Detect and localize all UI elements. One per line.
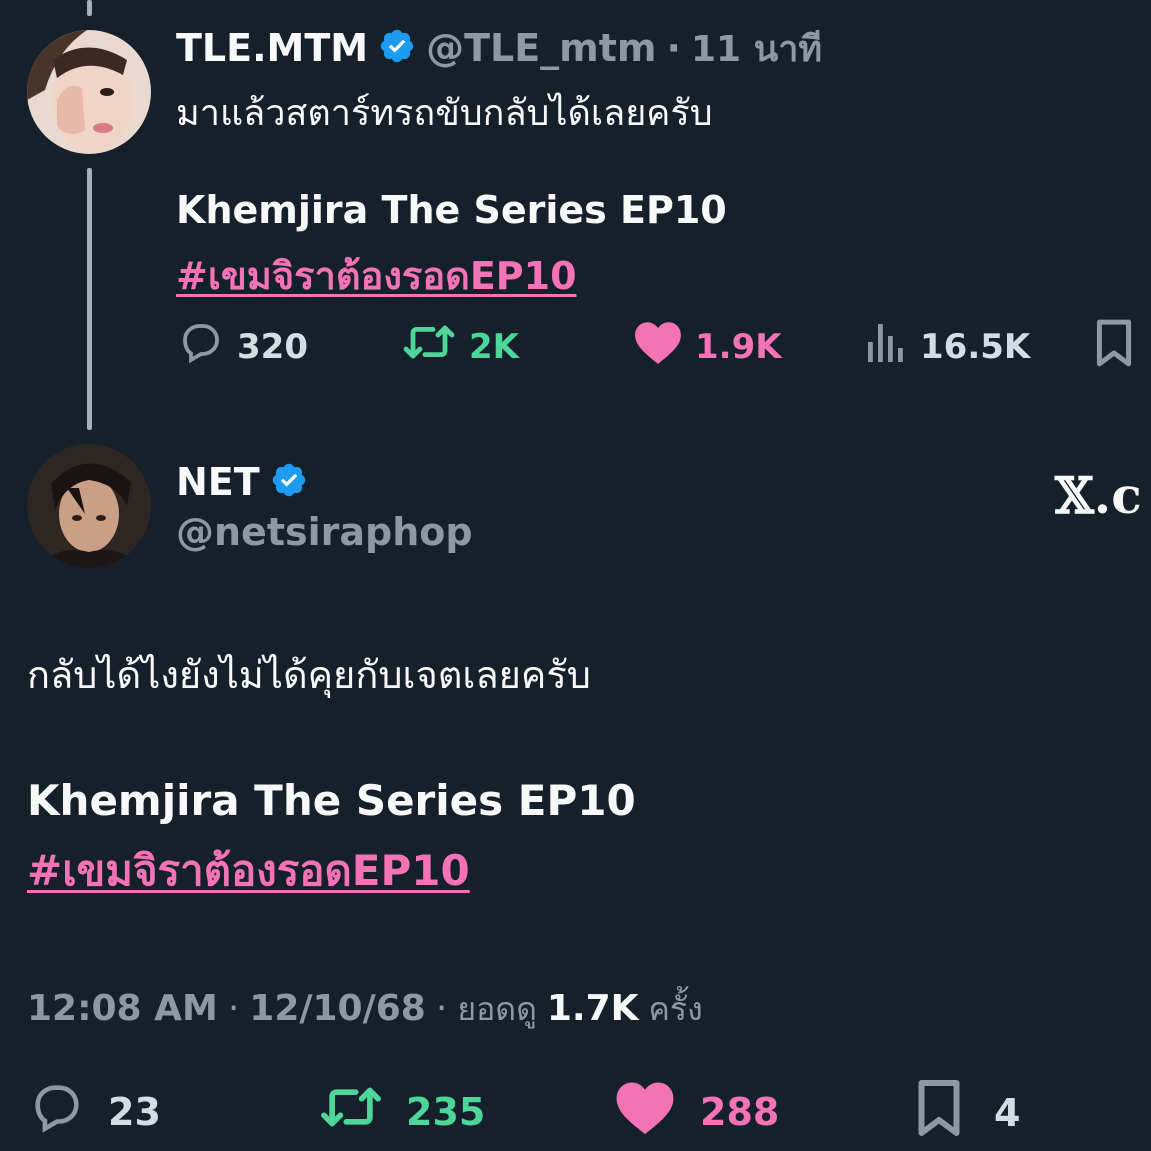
reply-icon (28, 1078, 86, 1145)
display-name[interactable]: TLE.MTM (176, 26, 368, 70)
display-name[interactable]: NET (176, 460, 260, 504)
verified-badge-icon (270, 461, 308, 503)
retweet-count: 235 (406, 1089, 486, 1134)
tweet-header: TLE.MTM @TLE_mtm · 11 นาที (176, 24, 822, 72)
like-button[interactable]: 288 (614, 1078, 779, 1145)
x-watermark: 𝕏.c (1055, 466, 1142, 525)
hashtag-link[interactable]: #เขมจิราต้องรอดEP10 (27, 838, 470, 904)
meta-dot: · (435, 988, 448, 1029)
avatar-tle[interactable] (27, 30, 151, 154)
tweet-meta: 12:08 AM · 12/10/68 · ยอดดู 1.7K ครั้ง (27, 984, 703, 1035)
bookmark-icon (914, 1078, 964, 1147)
bookmark-button[interactable]: 4 (914, 1078, 1020, 1147)
reply-count: 23 (108, 1089, 161, 1134)
reply-button[interactable]: 320 (177, 318, 308, 375)
thread-line-top (87, 0, 92, 16)
hashtag-link[interactable]: #เขมจิราต้องรอดEP10 (176, 245, 577, 306)
bookmark-icon (1092, 319, 1136, 372)
like-count: 288 (700, 1089, 780, 1134)
views-button[interactable]: 16.5K (864, 318, 1030, 375)
tweet-title-line: Khemjira The Series EP10 (27, 776, 636, 825)
like-button[interactable]: 1.9K (633, 318, 782, 375)
handle[interactable]: @TLE_mtm (426, 26, 656, 70)
views-count: 1.7K (546, 988, 639, 1029)
tweet-text: มาแล้วสตาร์ทรถขับกลับได้เลยครับ (176, 93, 713, 134)
reply-button[interactable]: 23 (28, 1078, 161, 1145)
retweet-icon (318, 1078, 384, 1145)
retweet-count: 2K (469, 326, 520, 367)
thread-line (87, 168, 92, 430)
tweet-time[interactable]: 12:08 AM (27, 988, 218, 1029)
heart-icon (614, 1078, 676, 1145)
tweet-title-line: Khemjira The Series EP10 (176, 188, 727, 232)
meta-dot: · (227, 988, 240, 1029)
views-label: ยอดดู (457, 990, 537, 1028)
bookmark-count: 4 (994, 1090, 1021, 1135)
like-count: 1.9K (695, 326, 782, 367)
views-suffix: ครั้ง (648, 990, 703, 1028)
retweet-icon (401, 318, 457, 375)
retweet-button[interactable]: 2K (401, 318, 519, 375)
avatar-net[interactable] (27, 444, 151, 568)
heart-icon (633, 318, 683, 375)
timestamp[interactable]: 11 นาที (691, 20, 822, 77)
retweet-button[interactable]: 235 (318, 1078, 485, 1145)
tweet-text: กลับได้ไงยังไม่ได้คุยกับเจตเลยครับ (27, 653, 591, 697)
reply-count: 320 (237, 326, 308, 367)
main-tweet-header: NET (176, 458, 308, 506)
verified-badge-icon (378, 27, 416, 69)
views-count: 16.5K (920, 326, 1031, 367)
views-icon (864, 318, 908, 375)
separator-dot: · (666, 26, 681, 70)
tweet-date[interactable]: 12/10/68 (249, 988, 426, 1029)
bookmark-button[interactable] (1092, 318, 1136, 372)
reply-icon (177, 318, 225, 375)
handle[interactable]: @netsiraphop (176, 510, 473, 554)
